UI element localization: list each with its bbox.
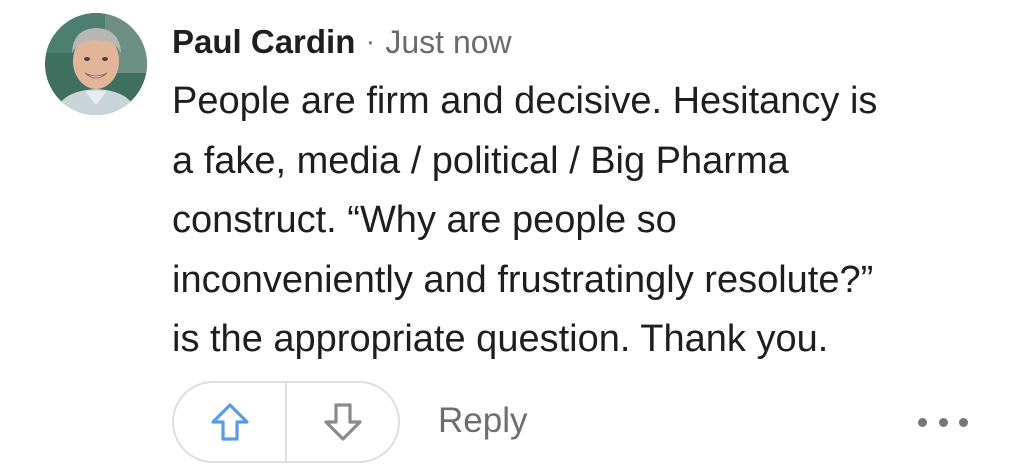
header-separator: ·	[365, 25, 376, 58]
downvote-button[interactable]	[287, 383, 398, 461]
upvote-button[interactable]	[174, 383, 285, 461]
arrow-down-outline-icon	[323, 403, 362, 441]
more-horizontal-icon	[918, 417, 927, 427]
comment-body-line: People are firm and decisive. Hesitancy …	[172, 80, 878, 122]
comment-header: Paul Cardin · Just now	[172, 20, 512, 64]
arrow-up-outline-icon	[210, 403, 249, 441]
comment-body-line: construct. “Why are people so	[172, 199, 677, 241]
vote-controls	[172, 381, 400, 463]
comment-body-line: is the appropriate question. Thank you.	[172, 318, 829, 360]
more-horizontal-icon	[959, 417, 968, 427]
author-name[interactable]: Paul Cardin	[172, 23, 355, 61]
avatar-photo	[45, 13, 147, 115]
reply-button[interactable]: Reply	[438, 401, 527, 441]
comment-card: Paul Cardin · Just now People are firm a…	[0, 0, 1024, 473]
more-options-button[interactable]	[918, 410, 968, 434]
comment-body: People are firm and decisive. Hesitancy …	[172, 72, 992, 370]
timestamp: Just now	[385, 23, 512, 60]
avatar[interactable]	[45, 13, 147, 115]
more-horizontal-icon	[938, 417, 948, 427]
comment-body-line: a fake, media / political / Big Pharma	[172, 139, 789, 182]
comment-body-line: inconveniently and frustratingly resolut…	[172, 258, 874, 301]
